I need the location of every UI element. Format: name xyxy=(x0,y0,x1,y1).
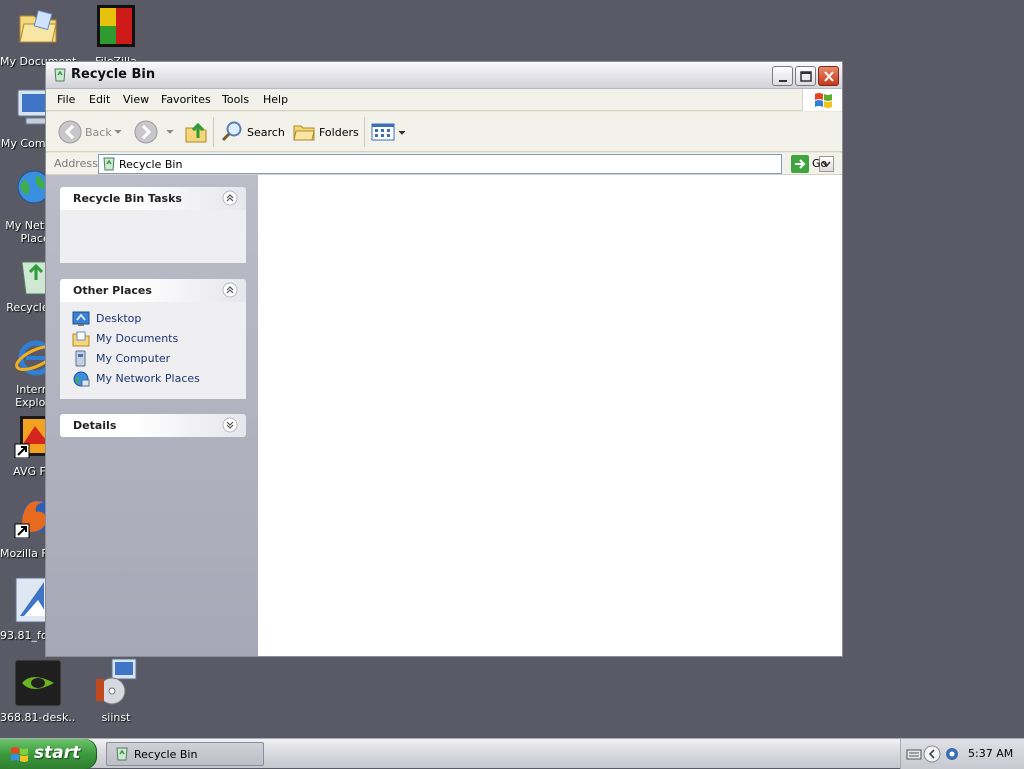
collapse-icon xyxy=(222,190,238,206)
desktop-icon-my-documents[interactable]: My Documents xyxy=(0,0,76,70)
setup-icon xyxy=(96,658,137,705)
chevron-down-icon xyxy=(398,130,406,135)
taskbar: start Recycle Bin 5:37 AM xyxy=(0,738,1024,769)
toolbar-separator xyxy=(213,117,214,147)
maximize-icon xyxy=(800,71,812,82)
toolbar: Back Search Folders xyxy=(46,112,842,152)
desktop-icon-label: siinst xyxy=(101,711,131,724)
folders-icon xyxy=(293,125,315,141)
panel-body: Desktop My Documents My Computer My Netw… xyxy=(60,302,246,399)
views-icon xyxy=(371,123,395,141)
details-header[interactable]: Details xyxy=(60,414,246,437)
show-hidden-icons-button[interactable] xyxy=(923,745,941,763)
panel-title: Other Places xyxy=(73,284,152,297)
panel-title: Details xyxy=(73,419,117,432)
menu-edit[interactable]: Edit xyxy=(89,93,110,106)
menu-bar: File Edit View Favorites Tools Help xyxy=(46,89,842,111)
go-arrow-icon xyxy=(791,155,809,173)
menu-view[interactable]: View xyxy=(123,93,149,106)
keyboard-icon[interactable] xyxy=(906,747,922,761)
address-field[interactable]: Recycle Bin xyxy=(98,154,834,174)
back-arrow-icon xyxy=(58,120,82,144)
desktop-icon-368-81-desktop[interactable]: 368.81-desk... xyxy=(0,657,76,727)
minimize-button[interactable] xyxy=(772,66,793,86)
expand-icon xyxy=(222,417,238,433)
system-tray: 5:37 AM xyxy=(900,739,1024,769)
recycle-bin-icon xyxy=(103,157,115,171)
panel-title: Recycle Bin Tasks xyxy=(73,192,182,205)
folder-icon xyxy=(72,331,90,347)
taskbar-window-recycle-bin[interactable]: Recycle Bin xyxy=(106,742,264,766)
address-value: Recycle Bin xyxy=(119,158,183,171)
address-label: Address xyxy=(54,157,98,170)
toolbar-separator xyxy=(364,117,365,147)
folders-button[interactable]: Folders xyxy=(290,118,360,146)
chevron-down-icon xyxy=(166,129,174,134)
menu-tools[interactable]: Tools xyxy=(222,93,249,106)
close-button[interactable] xyxy=(818,66,839,86)
start-button[interactable]: start xyxy=(0,739,97,769)
recycle-bin-icon xyxy=(54,68,66,82)
place-label: My Documents xyxy=(96,332,179,345)
start-label: start xyxy=(34,743,81,763)
search-button[interactable]: Search xyxy=(218,118,285,146)
collapse-icon xyxy=(222,282,238,298)
menu-favorites[interactable]: Favorites xyxy=(161,93,211,106)
desktop-icon xyxy=(72,311,90,326)
details-panel: Details xyxy=(60,414,246,437)
windows-flag-icon xyxy=(815,93,832,108)
maximize-button[interactable] xyxy=(795,66,816,86)
back-label: Back xyxy=(85,126,112,139)
folder-icon xyxy=(19,9,57,43)
window-title: Recycle Bin xyxy=(71,67,156,82)
windows-flag-icon xyxy=(11,747,28,762)
network-tray-icon[interactable] xyxy=(945,747,959,761)
up-folder-icon xyxy=(185,122,207,143)
computer-icon xyxy=(75,350,86,367)
content-area: Recycle Bin Tasks Other Places Desktop M… xyxy=(46,175,842,656)
close-icon xyxy=(824,71,834,82)
other-places-panel: Other Places Desktop My Documents My Com… xyxy=(60,279,246,399)
recycle-bin-icon xyxy=(116,747,128,761)
forward-button[interactable] xyxy=(130,118,174,146)
title-bar[interactable]: Recycle Bin xyxy=(46,62,842,89)
network-icon xyxy=(73,371,90,387)
menu-help[interactable]: Help xyxy=(263,93,288,106)
task-pane: Recycle Bin Tasks Other Places Desktop M… xyxy=(46,175,258,656)
file-list-area[interactable] xyxy=(258,175,842,656)
go-button[interactable]: Go xyxy=(788,154,838,174)
recycle-bin-window: Recycle Bin File Edit View Favorites Too… xyxy=(45,61,843,657)
panel-body xyxy=(60,210,246,263)
place-label: My Computer xyxy=(96,352,171,365)
place-label: Desktop xyxy=(96,312,142,325)
clock[interactable]: 5:37 AM xyxy=(968,747,1013,760)
desktop-icon-filezilla[interactable]: FileZilla xyxy=(78,0,154,70)
windows-logo-box xyxy=(802,89,842,111)
chevron-down-icon xyxy=(114,129,122,134)
folders-label: Folders xyxy=(319,126,359,139)
views-button[interactable] xyxy=(369,118,407,146)
address-bar: Address Recycle Bin Go xyxy=(46,153,842,175)
search-label: Search xyxy=(247,126,285,139)
taskbar-window-label: Recycle Bin xyxy=(134,748,198,761)
recycle-bin-tasks-panel: Recycle Bin Tasks xyxy=(60,187,246,263)
other-places-header[interactable]: Other Places xyxy=(60,279,246,302)
go-label: Go xyxy=(812,157,828,170)
desktop-icon-siinst[interactable]: siinst xyxy=(78,657,154,727)
filezilla-icon xyxy=(97,5,135,47)
desktop-icon-label: 368.81-desk... xyxy=(0,711,76,724)
place-label: My Network Places xyxy=(96,372,200,385)
forward-arrow-icon xyxy=(134,120,158,144)
menu-file[interactable]: File xyxy=(57,93,75,106)
back-button[interactable]: Back xyxy=(54,118,124,146)
up-folder-button[interactable] xyxy=(182,118,210,146)
recycle-bin-tasks-header[interactable]: Recycle Bin Tasks xyxy=(60,187,246,210)
nvidia-icon xyxy=(14,659,62,707)
minimize-icon xyxy=(779,80,787,82)
search-icon xyxy=(221,121,242,142)
